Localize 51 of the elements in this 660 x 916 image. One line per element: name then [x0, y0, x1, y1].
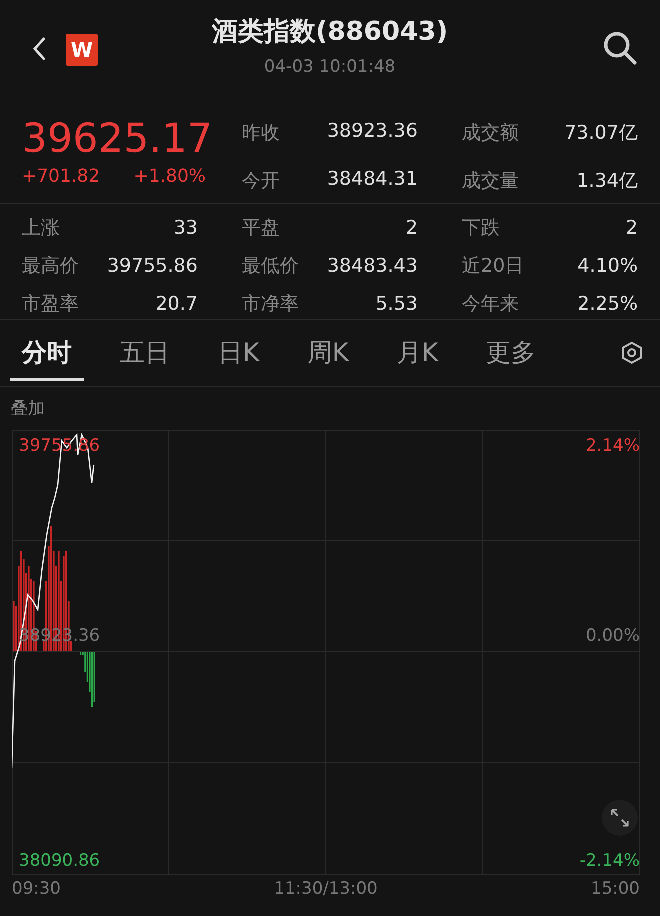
expand-icon [610, 808, 630, 828]
stat-value: 33 [174, 217, 198, 239]
back-icon[interactable] [32, 37, 46, 61]
search-icon[interactable] [602, 30, 638, 66]
stat-value: 2.25% [578, 293, 638, 315]
stat-label: 最低价 [242, 254, 299, 279]
stat-label: 今开 [242, 169, 280, 194]
chart-tab[interactable]: 更多 [474, 326, 548, 380]
stat-value: 2 [626, 217, 638, 239]
fullscreen-button[interactable] [602, 800, 638, 836]
stat-value: 20.7 [156, 293, 198, 315]
change-percent: +1.80% [134, 166, 206, 187]
time-label: 15:00 [591, 879, 640, 899]
axis-label: 0.00% [586, 626, 640, 646]
stat-label: 最高价 [22, 254, 79, 279]
stat-value: 39755.86 [107, 255, 198, 277]
stat-value: 4.10% [578, 255, 638, 277]
current-price: 39625.17 [22, 116, 214, 162]
chart-tab[interactable]: 日K [206, 326, 272, 380]
time-label: 11:30/13:00 [274, 879, 378, 899]
stat-value: 38484.31 [327, 168, 418, 192]
logo: W [66, 34, 98, 66]
timestamp: 04-03 10:01:48 [264, 57, 396, 77]
stat-label: 上涨 [22, 216, 60, 241]
stat-label: 成交额 [462, 121, 519, 146]
axis-label: 38090.86 [19, 851, 100, 871]
stat-label: 平盘 [242, 216, 280, 241]
stat-value: 2 [406, 217, 418, 239]
stat-label: 近20日 [462, 254, 524, 279]
stat-label: 市净率 [242, 292, 299, 317]
stat-label: 市盈率 [22, 292, 79, 317]
stat-value: 38923.36 [327, 120, 418, 144]
chart-tab[interactable]: 分时 [10, 326, 84, 380]
time-label: 09:30 [12, 879, 61, 899]
price-change: +701.82 [22, 166, 100, 187]
overlay-button[interactable]: 叠加 [11, 397, 45, 420]
index-title: 酒类指数(886043) [212, 16, 448, 49]
axis-label: 2.14% [586, 436, 640, 456]
chart-tab[interactable]: 周K [295, 326, 361, 380]
stat-label: 下跌 [462, 216, 500, 241]
axis-label: -2.14% [580, 851, 640, 871]
stat-value: 38483.43 [327, 255, 418, 277]
stat-label: 今年来 [462, 292, 519, 317]
chart-tab[interactable]: 月K [384, 326, 450, 380]
stat-label: 成交量 [462, 169, 519, 194]
stat-value: 73.07亿 [564, 121, 638, 146]
settings-icon[interactable] [620, 341, 644, 365]
chart-tab[interactable]: 五日 [108, 326, 182, 380]
stat-label: 昨收 [242, 121, 280, 146]
stat-value: 1.34亿 [576, 169, 638, 194]
stat-value: 5.53 [376, 293, 418, 315]
